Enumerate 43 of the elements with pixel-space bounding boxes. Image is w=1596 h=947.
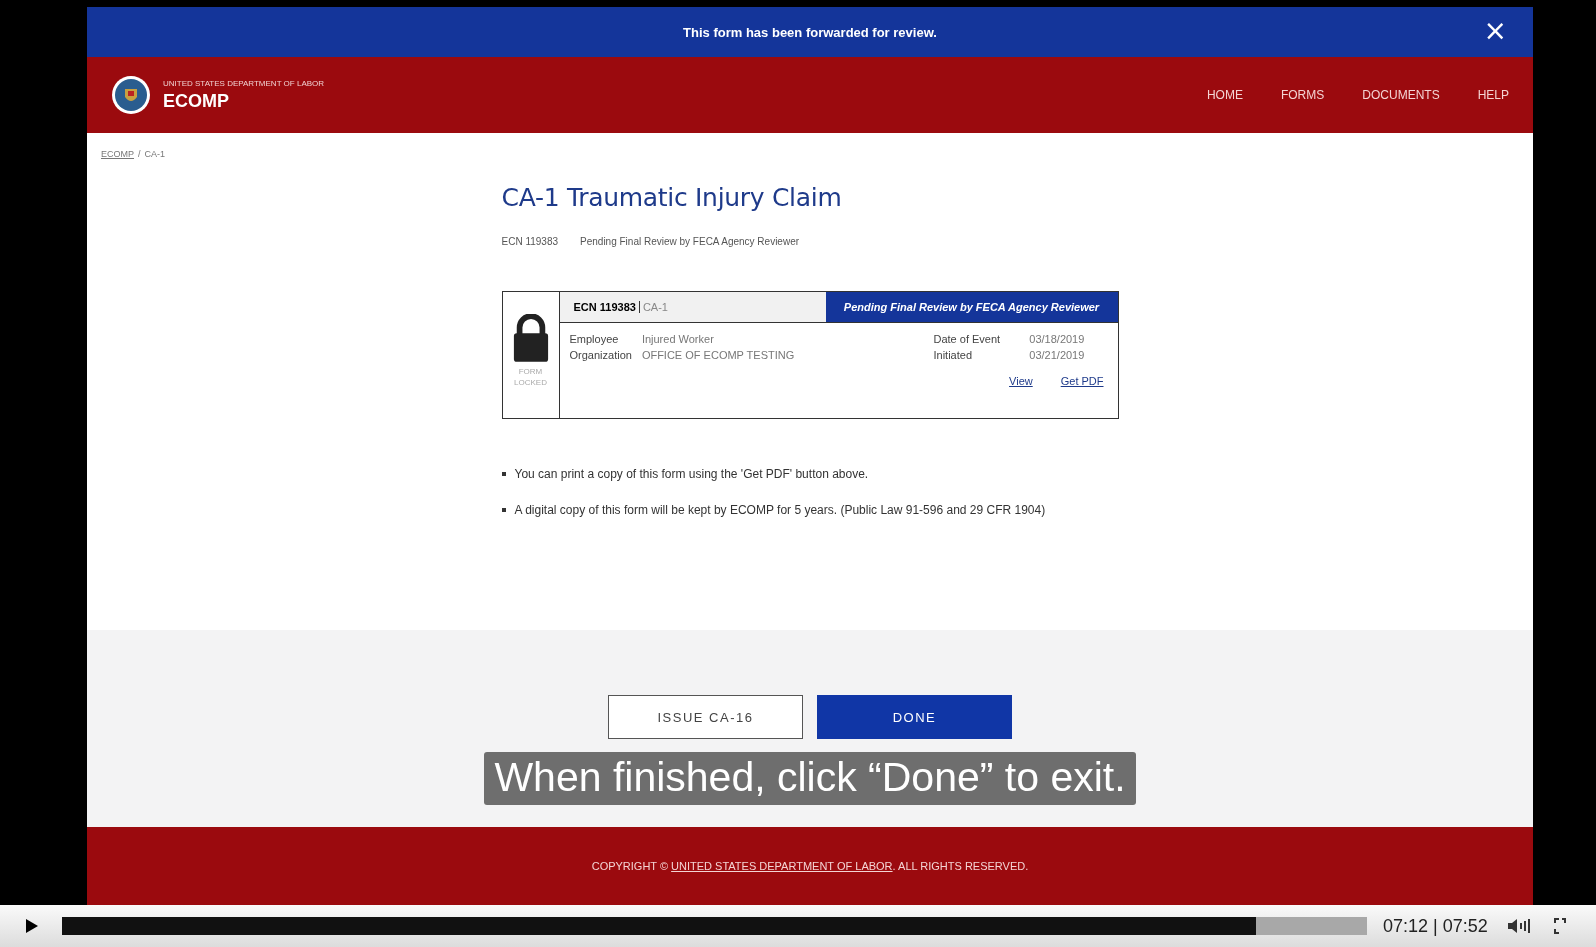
- card-ecn: ECN 119383: [573, 301, 640, 313]
- bullet-icon: [501, 472, 506, 476]
- video-caption: When finished, click “Done” to exit.: [484, 752, 1136, 805]
- field-value: 03/18/2019: [1029, 333, 1086, 345]
- current-page-label: CA-1: [144, 149, 166, 159]
- done-button[interactable]: DONE: [817, 695, 1012, 739]
- breadcrumb-link[interactable]: ECOMP: [101, 149, 134, 159]
- field-label: Initiated: [933, 349, 974, 361]
- breadcrumb-separator: /: [138, 149, 141, 159]
- issue-button[interactable]: ISSUE CA-16: [608, 695, 803, 739]
- card-form-type: CA-1: [641, 301, 668, 313]
- nav-link[interactable]: HELP: [1477, 88, 1509, 102]
- volume-icon[interactable]: [1507, 918, 1530, 934]
- footer-link[interactable]: UNITED STATES DEPARTMENT OF LABOR: [671, 860, 893, 872]
- close-button[interactable]: ×: [1483, 17, 1507, 45]
- time-display: 07:12 | 07:52: [1383, 915, 1488, 937]
- field-label: Employee: [569, 333, 620, 345]
- field-label: Organization: [569, 349, 632, 361]
- lock-icon: [511, 314, 550, 362]
- nav-link[interactable]: FORMS: [1280, 88, 1325, 102]
- card-link[interactable]: View: [1009, 375, 1033, 387]
- banner-message: This form has been forwarded for review.: [683, 24, 937, 40]
- status-text: Pending Final Review by FECA Agency Reviewer: [580, 236, 800, 247]
- fullscreen-icon[interactable]: [1553, 918, 1566, 934]
- field-label: Date of Event: [933, 333, 1002, 345]
- status-badge: Pending Final Review by FECA Agency Reviewer: [825, 292, 1118, 322]
- seal-icon: [111, 75, 151, 115]
- agency-name: UNITED STATES DEPARTMENT OF LABOR: [163, 78, 325, 88]
- note-text: You can print a copy of this form using the 'Get PDF' button above.: [514, 467, 869, 481]
- app-name: ECOMP: [163, 90, 230, 112]
- lock-label: FORM LOCKED: [514, 366, 547, 388]
- field-value: 03/21/2019: [1029, 349, 1086, 361]
- page-title: CA-1 Traumatic Injury Claim: [501, 183, 843, 212]
- field-value: Injured Worker: [641, 333, 715, 345]
- field-value: OFFICE OF ECOMP TESTING: [641, 349, 795, 361]
- play-icon[interactable]: [26, 919, 38, 933]
- ecn-number: ECN 119383: [501, 236, 559, 247]
- copyright-text: COPYRIGHT © UNITED STATES DEPARTMENT OF LABOR. ALL RIGHTS RESERVED.: [591, 860, 1029, 872]
- nav-link[interactable]: HOME: [1206, 88, 1243, 102]
- nav-link[interactable]: DOCUMENTS: [1362, 88, 1440, 102]
- bullet-icon: [501, 508, 506, 512]
- note-text: A digital copy of this form will be kept by ECOMP for 5 years. (Public Law 91-596 and 29 CFR 1904): [514, 503, 1046, 517]
- card-link[interactable]: Get PDF: [1060, 375, 1104, 387]
